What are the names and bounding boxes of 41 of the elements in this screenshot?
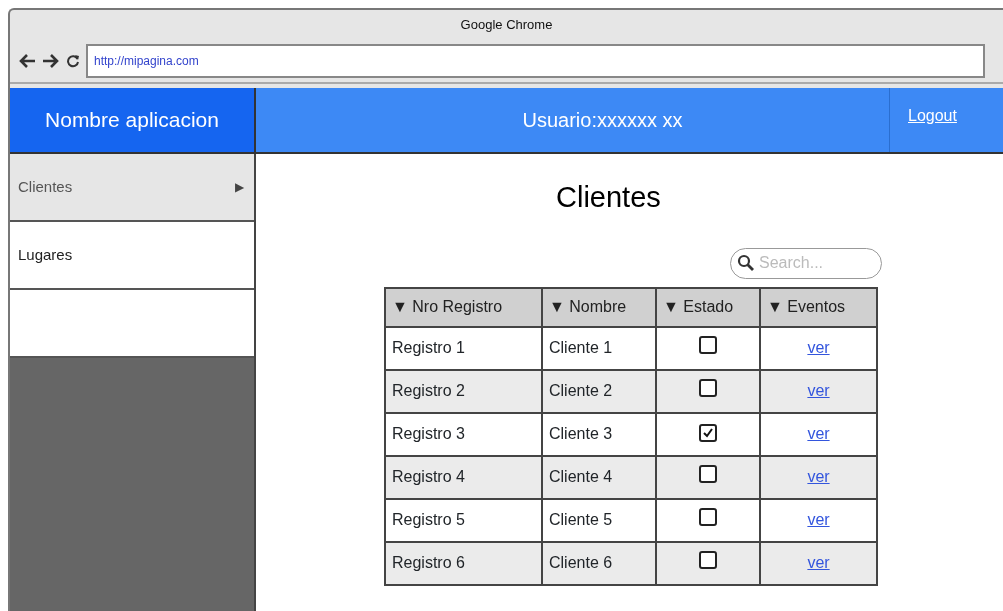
table-cell: Registro 2 <box>385 369 542 413</box>
table-cell: Cliente 1 <box>542 326 656 370</box>
checkbox[interactable] <box>699 464 717 483</box>
table-cell: Registro 4 <box>385 455 542 499</box>
window-title: Google Chrome <box>460 16 553 35</box>
reload-icon[interactable] <box>66 54 80 68</box>
checkbox[interactable] <box>699 550 717 569</box>
table-cell: Registro 5 <box>385 498 542 542</box>
table-cell: Cliente 3 <box>542 412 656 456</box>
search-field[interactable]: Search... <box>730 247 882 279</box>
table-cell: Cliente 2 <box>542 369 656 413</box>
table-cell: Registro 3 <box>385 412 542 456</box>
checkbox[interactable] <box>699 335 717 354</box>
ver-link[interactable]: ver <box>807 339 830 356</box>
checkbox[interactable] <box>699 378 717 397</box>
page-title: Clientes <box>556 180 661 215</box>
user-label: Usuario:xxxxxx xx <box>522 108 683 133</box>
table-cell: Cliente 6 <box>542 541 656 585</box>
table-cell: Registro 1 <box>385 326 542 370</box>
column-header[interactable]: ▼ Eventos <box>760 287 877 327</box>
table-cell: Cliente 5 <box>542 498 656 542</box>
sidebar-item[interactable]: Lugares <box>10 222 254 290</box>
address-field[interactable]: http://mipagina.com <box>86 44 985 78</box>
ver-link[interactable]: ver <box>807 425 830 442</box>
column-header[interactable]: ▼ Estado <box>656 287 760 327</box>
table-cell: Registro 6 <box>385 541 542 585</box>
ver-link[interactable]: ver <box>807 511 830 528</box>
table-cell: Cliente 4 <box>542 455 656 499</box>
ver-link[interactable]: ver <box>807 382 830 399</box>
back-icon[interactable] <box>18 53 36 69</box>
forward-icon[interactable] <box>42 53 60 69</box>
checkbox[interactable] <box>699 424 717 442</box>
column-header[interactable]: ▼ Nro Registro <box>385 287 542 327</box>
ver-link[interactable]: ver <box>807 468 830 485</box>
checkmark-icon <box>702 427 714 439</box>
column-header[interactable]: ▼ Nombre <box>542 287 656 327</box>
ver-link[interactable]: ver <box>807 554 830 571</box>
app-name: Nombre aplicacion <box>10 88 256 152</box>
checkbox[interactable] <box>699 507 717 526</box>
sidebar-item[interactable]: Clientes ▶ <box>10 154 254 222</box>
search-icon <box>737 253 755 272</box>
